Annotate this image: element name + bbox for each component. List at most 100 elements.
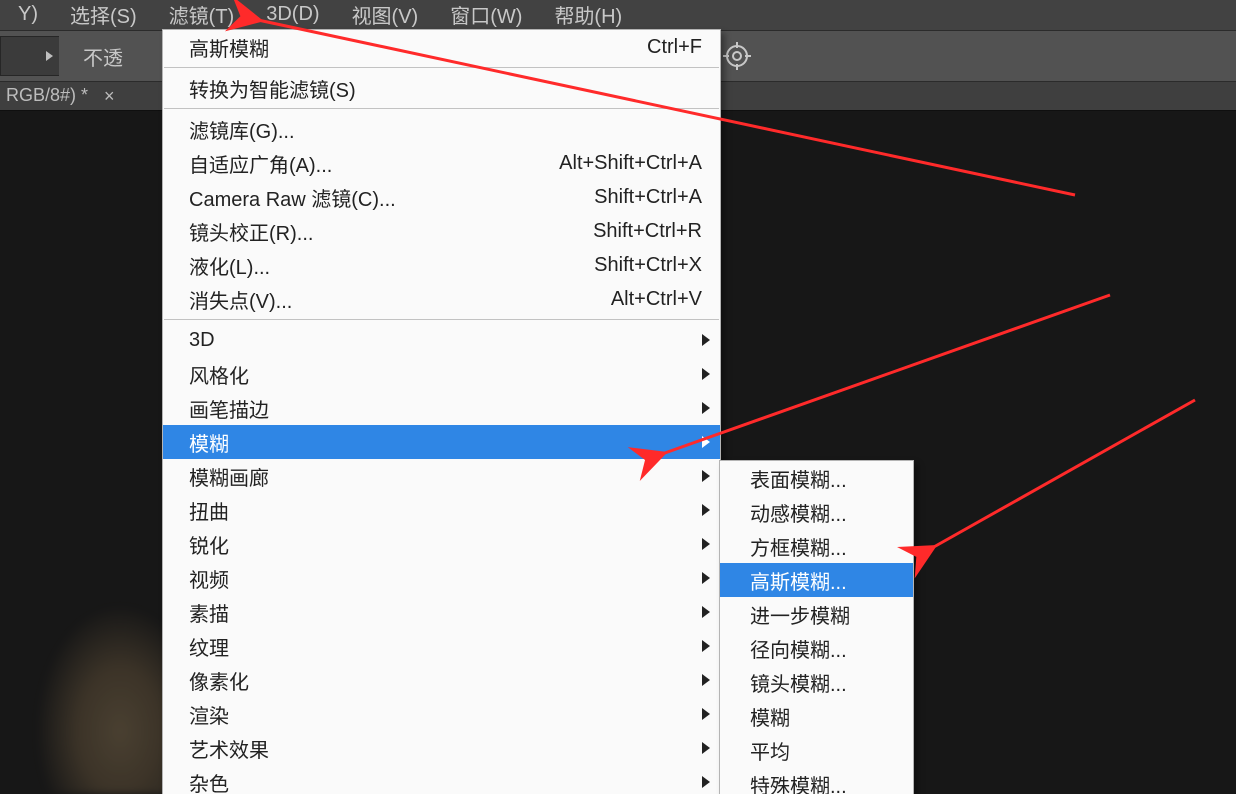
menu-item-window[interactable]: 窗口(W) <box>434 0 538 33</box>
menu-item-shortcut: Alt+Shift+Ctrl+A <box>519 152 702 175</box>
submenu-item-gaussian-blur[interactable]: 高斯模糊... <box>720 563 913 597</box>
submenu-arrow-icon <box>702 368 710 380</box>
menu-separator <box>164 108 719 109</box>
submenu-arrow-icon <box>702 674 710 686</box>
menu-item-cat-stylize[interactable]: 风格化 <box>163 357 720 391</box>
menu-item-view[interactable]: 视图(V) <box>336 0 435 33</box>
menu-item-cat-pixelate[interactable]: 像素化 <box>163 663 720 697</box>
menu-item-label: 画笔描边 <box>189 394 702 423</box>
menu-item-cat-noise[interactable]: 杂色 <box>163 765 720 794</box>
menu-item-label: Camera Raw 滤镜(C)... <box>189 183 554 212</box>
document-tab[interactable]: RGB/8#) * <box>0 83 96 109</box>
menu-item-label: 镜头校正(R)... <box>189 217 553 246</box>
menu-item-3d[interactable]: 3D(D) <box>250 1 335 30</box>
menu-item-label: 方框模糊... <box>750 532 893 561</box>
submenu-arrow-icon <box>702 708 710 720</box>
menu-item-vanishing-point[interactable]: 消失点(V)... Alt+Ctrl+V <box>163 282 720 316</box>
menu-item-label: 高斯模糊 <box>189 33 607 62</box>
submenu-arrow-icon <box>702 470 710 482</box>
submenu-item-box-blur[interactable]: 方框模糊... <box>720 529 913 563</box>
menu-item-cat-sharpen[interactable]: 锐化 <box>163 527 720 561</box>
submenu-arrow-icon <box>702 334 710 346</box>
menu-item-shortcut: Shift+Ctrl+R <box>553 220 702 243</box>
menu-item-adaptive-wide[interactable]: 自适应广角(A)... Alt+Shift+Ctrl+A <box>163 146 720 180</box>
blur-submenu: 表面模糊... 动感模糊... 方框模糊... 高斯模糊... 进一步模糊 径向… <box>719 460 914 794</box>
menu-item-shortcut: Alt+Ctrl+V <box>571 288 702 311</box>
tab-close-button[interactable]: × <box>96 84 123 109</box>
menu-item-liquify[interactable]: 液化(L)... Shift+Ctrl+X <box>163 248 720 282</box>
menu-item-shortcut: Shift+Ctrl+X <box>554 254 702 277</box>
menu-item-label: 平均 <box>750 736 893 765</box>
menu-item-cat-brush[interactable]: 画笔描边 <box>163 391 720 425</box>
menu-item-label: 进一步模糊 <box>750 600 893 629</box>
menu-item-shortcut: Ctrl+F <box>607 36 702 59</box>
submenu-arrow-icon <box>702 402 710 414</box>
menu-item-label: 液化(L)... <box>189 251 554 280</box>
submenu-item-lens-blur[interactable]: 镜头模糊... <box>720 665 913 699</box>
menu-item-shortcut: Shift+Ctrl+A <box>554 186 702 209</box>
submenu-arrow-icon <box>702 572 710 584</box>
menu-item-select[interactable]: 选择(S) <box>54 0 153 33</box>
menu-item-label: 风格化 <box>189 360 702 389</box>
menu-item-label: 素描 <box>189 598 702 627</box>
menu-item-label: 艺术效果 <box>189 734 702 763</box>
crosshair-icon[interactable] <box>723 42 751 70</box>
chevron-down-icon <box>46 51 53 61</box>
submenu-item-blur[interactable]: 模糊 <box>720 699 913 733</box>
menu-item-label: 滤镜库(G)... <box>189 115 702 144</box>
menu-item-cat-blur-gallery[interactable]: 模糊画廊 <box>163 459 720 493</box>
menu-item-convert-smart[interactable]: 转换为智能滤镜(S) <box>163 71 720 105</box>
submenu-item-motion-blur[interactable]: 动感模糊... <box>720 495 913 529</box>
menu-item-label: 镜头模糊... <box>750 668 893 697</box>
menu-item-label: 锐化 <box>189 530 702 559</box>
menu-item-cat-blur[interactable]: 模糊 <box>163 425 720 459</box>
menu-item-last-filter[interactable]: 高斯模糊 Ctrl+F <box>163 30 720 64</box>
menu-item-help[interactable]: 帮助(H) <box>538 0 638 33</box>
menu-item-label: 像素化 <box>189 666 702 695</box>
menu-item-cat-distort[interactable]: 扭曲 <box>163 493 720 527</box>
menu-item-label: 模糊画廊 <box>189 462 702 491</box>
submenu-arrow-icon <box>702 606 710 618</box>
submenu-arrow-icon <box>702 538 710 550</box>
menu-item-cat-sketch[interactable]: 素描 <box>163 595 720 629</box>
menu-item-label: 杂色 <box>189 768 702 794</box>
filter-dropdown: 高斯模糊 Ctrl+F 转换为智能滤镜(S) 滤镜库(G)... 自适应广角(A… <box>162 29 721 794</box>
submenu-arrow-icon <box>702 640 710 652</box>
menu-item-filter[interactable]: 滤镜(T) <box>153 0 251 33</box>
menu-item-label: 特殊模糊... <box>750 770 893 794</box>
submenu-arrow-icon <box>702 504 710 516</box>
submenu-arrow-icon <box>702 436 710 448</box>
menu-item-label: 径向模糊... <box>750 634 893 663</box>
submenu-item-smart-blur[interactable]: 特殊模糊... <box>720 767 913 794</box>
menu-item-cat-video[interactable]: 视频 <box>163 561 720 595</box>
submenu-arrow-icon <box>702 776 710 788</box>
submenu-arrow-icon <box>702 742 710 754</box>
submenu-item-average[interactable]: 平均 <box>720 733 913 767</box>
menu-item-cat-render[interactable]: 渲染 <box>163 697 720 731</box>
menu-item-cat-3d[interactable]: 3D <box>163 323 720 357</box>
menu-item-label: 模糊 <box>189 428 702 457</box>
menu-item-cat-texture[interactable]: 纹理 <box>163 629 720 663</box>
tool-preset-dropdown[interactable] <box>0 36 59 76</box>
menu-item-label: 纹理 <box>189 632 702 661</box>
menu-item-label: 高斯模糊... <box>750 566 893 595</box>
menu-separator <box>164 67 719 68</box>
submenu-item-surface-blur[interactable]: 表面模糊... <box>720 461 913 495</box>
menu-item-label: 3D <box>189 329 702 352</box>
menu-item-cat-artistic[interactable]: 艺术效果 <box>163 731 720 765</box>
menu-item-camera-raw[interactable]: Camera Raw 滤镜(C)... Shift+Ctrl+A <box>163 180 720 214</box>
menu-item-label: 表面模糊... <box>750 464 893 493</box>
menu-item-label: 模糊 <box>750 702 893 731</box>
menu-item-label: 渲染 <box>189 700 702 729</box>
menu-item-lens-correction[interactable]: 镜头校正(R)... Shift+Ctrl+R <box>163 214 720 248</box>
menubar: Y) 选择(S) 滤镜(T) 3D(D) 视图(V) 窗口(W) 帮助(H) <box>0 0 1236 31</box>
menu-item-generic[interactable]: Y) <box>2 1 54 30</box>
menu-item-label: 动感模糊... <box>750 498 893 527</box>
menu-item-label: 消失点(V)... <box>189 285 571 314</box>
menu-item-label: 扭曲 <box>189 496 702 525</box>
submenu-item-blur-more[interactable]: 进一步模糊 <box>720 597 913 631</box>
menu-separator <box>164 319 719 320</box>
submenu-item-radial-blur[interactable]: 径向模糊... <box>720 631 913 665</box>
menu-item-filter-gallery[interactable]: 滤镜库(G)... <box>163 112 720 146</box>
menu-item-label: 自适应广角(A)... <box>189 149 519 178</box>
